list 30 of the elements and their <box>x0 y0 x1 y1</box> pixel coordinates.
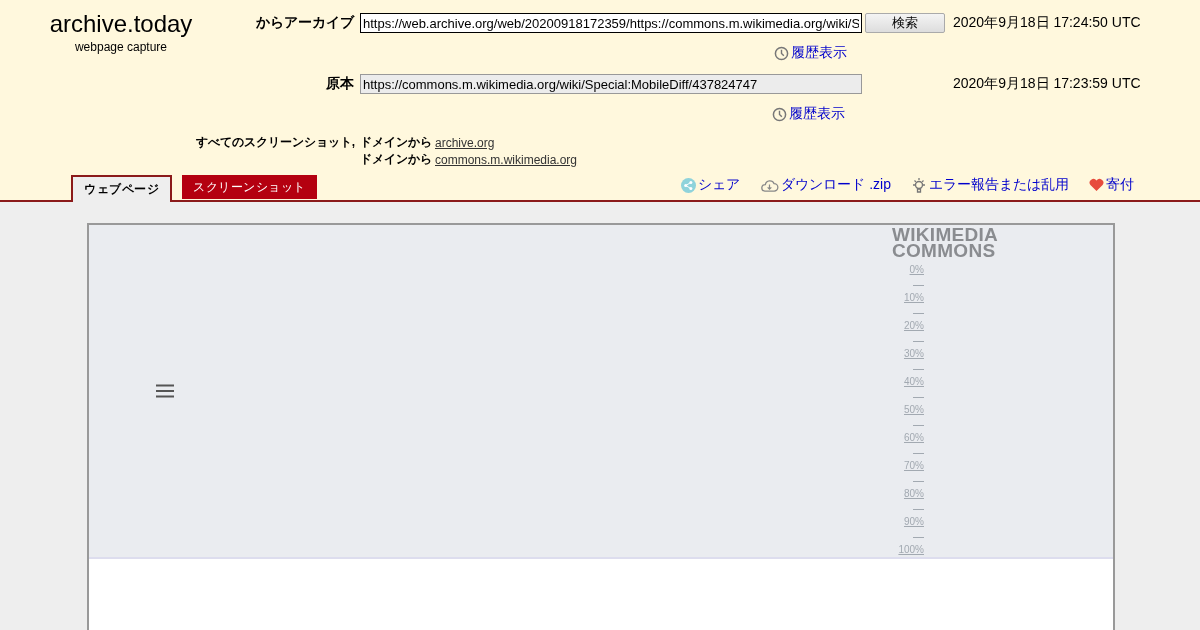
menu-icon[interactable] <box>156 384 174 398</box>
action-link[interactable]: エラー報告または乱用 <box>929 176 1069 194</box>
site-title[interactable]: archive.today <box>0 10 242 38</box>
original-label: 原本 <box>325 75 354 93</box>
domain-prefix: ドメインから <box>360 134 432 151</box>
history-link[interactable]: 履歴表示 <box>789 105 845 123</box>
tab[interactable]: スクリーンショット <box>182 175 317 199</box>
action-link[interactable]: シェア <box>698 176 741 194</box>
search-button[interactable]: 検索 <box>865 13 945 33</box>
site-subtitle: webpage capture <box>73 40 169 54</box>
clock-icon <box>774 45 789 61</box>
history-link[interactable]: 履歴表示 <box>791 44 847 62</box>
domain-link[interactable]: archive.org <box>435 135 495 150</box>
heart-icon <box>1089 178 1104 192</box>
domain-link[interactable]: commons.m.wikimedia.org <box>435 152 578 167</box>
all-screenshots-label: すべてのスクリーンショット, <box>195 134 355 151</box>
archived-label: からアーカイブ <box>255 14 354 32</box>
domain-prefix: ドメインから <box>360 151 432 168</box>
archive-date: 2020年9月18日 17:24:50 UTC <box>953 14 1141 32</box>
action-link[interactable]: ダウンロード .zip <box>781 176 891 194</box>
original-url-field[interactable]: https://commons.m.wikimedia.org/wiki/Special:MobileDiff/437824747 <box>360 74 862 94</box>
share-icon <box>681 177 697 193</box>
cloud-download-icon <box>760 178 780 192</box>
original-date: 2020年9月18日 17:23:59 UTC <box>953 75 1141 93</box>
lightbulb-icon <box>911 176 927 194</box>
action-link[interactable]: 寄付 <box>1106 176 1134 194</box>
url-input-field[interactable]: https://web.archive.org/web/20200918172359/https://commons.m.wikimedia.org/wiki/S <box>360 13 862 33</box>
clock-icon <box>772 106 787 122</box>
tab[interactable]: ウェブページ <box>71 175 172 202</box>
wikimedia-commons-logo: WIKIMEDIA COMMONS <box>892 225 1000 259</box>
